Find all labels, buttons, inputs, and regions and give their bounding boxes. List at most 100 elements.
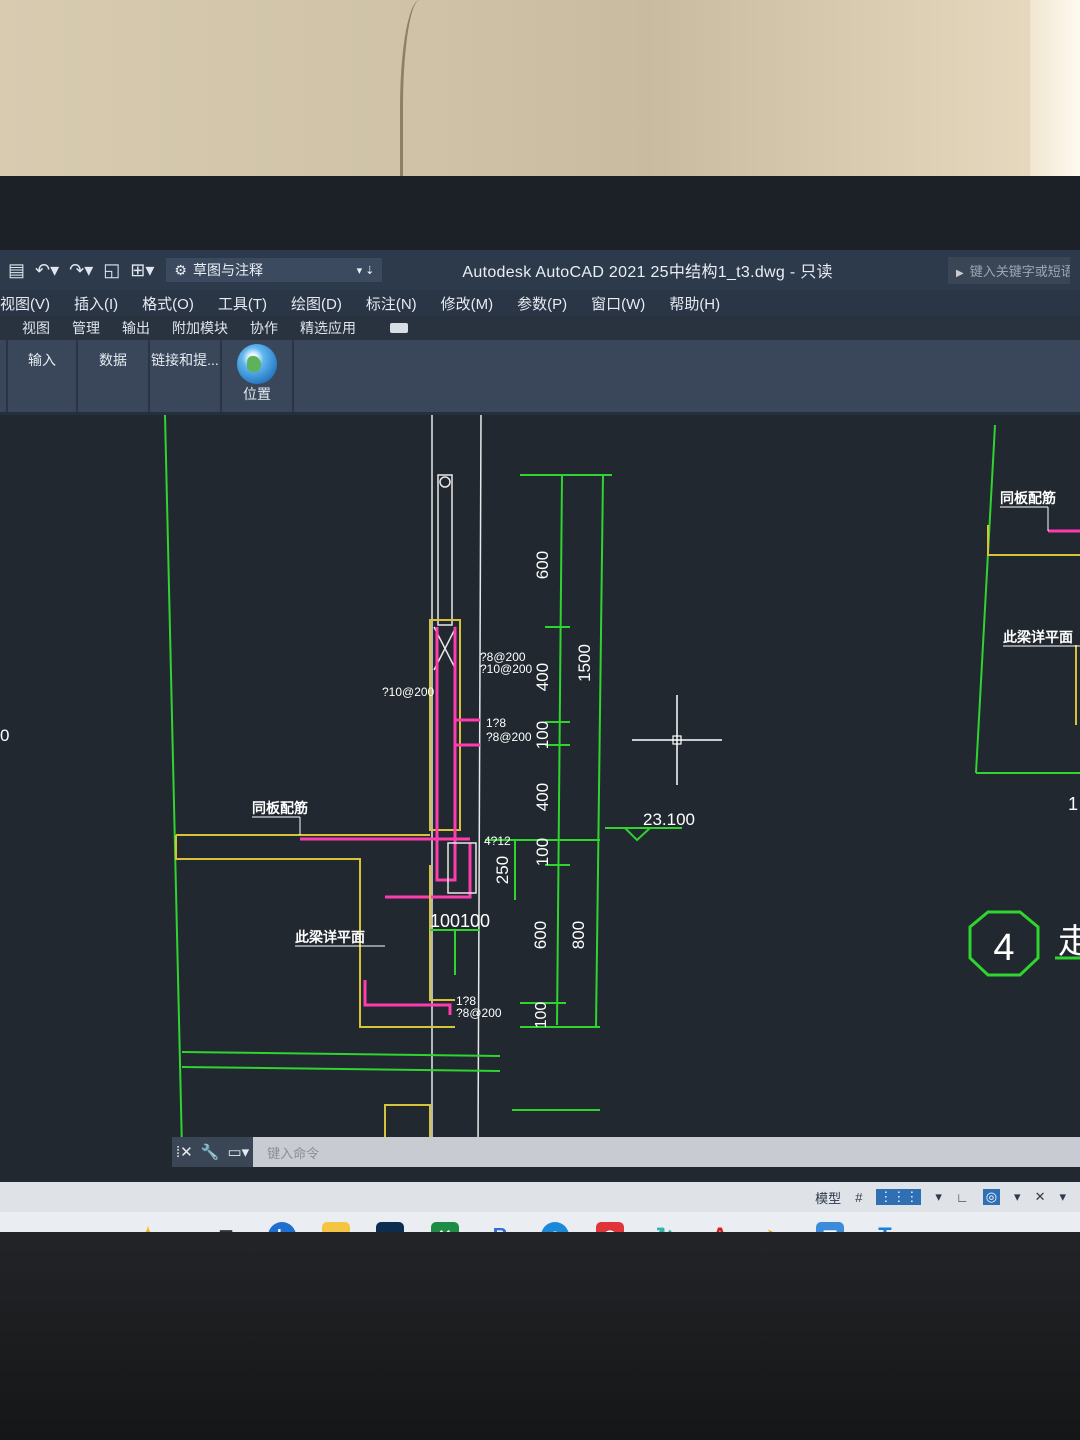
browser-l-icon[interactable]: L: [268, 1222, 296, 1232]
netease-music-icon[interactable]: ◉: [596, 1222, 624, 1232]
rebar-line: [363, 980, 452, 1015]
ribbon-panel-data[interactable]: 数据: [78, 340, 150, 412]
ribbon-panel-data-label: 数据: [99, 352, 127, 368]
dim-600b: 600: [531, 921, 550, 949]
workspace-dropdown[interactable]: ⚙ 草图与注释 ▾ ⇣: [166, 258, 383, 282]
edge-icon[interactable]: e: [541, 1222, 569, 1232]
rebar-label: ?8@200: [456, 1006, 502, 1020]
photoshop-icon[interactable]: Ps: [376, 1222, 404, 1232]
snap-icon[interactable]: ⋮⋮⋮: [876, 1189, 922, 1205]
close-icon[interactable]: ⁞✕: [172, 1137, 197, 1167]
print-icon[interactable]: ▤: [8, 260, 25, 281]
excel-icon[interactable]: ✕: [431, 1222, 459, 1232]
room-wall: [0, 0, 1080, 180]
copilot-icon[interactable]: ✦: [134, 1222, 162, 1232]
search-input[interactable]: ▶ 键入关键字或短语: [948, 256, 1070, 284]
workspace-label: 草图与注释: [192, 262, 263, 278]
workspace-window-icon[interactable]: ◱: [103, 260, 120, 281]
menu-format[interactable]: 格式(O): [142, 293, 194, 314]
ribbon-panel-links[interactable]: 链接和提...: [150, 340, 222, 412]
r-icon[interactable]: R: [486, 1222, 514, 1233]
grid-display-icon[interactable]: #: [855, 1190, 862, 1205]
autocad-icon[interactable]: A: [706, 1222, 734, 1232]
ribbon-panel-location-label: 位置: [243, 386, 271, 402]
beam-note-right: 此梁详平面: [1003, 629, 1073, 645]
menu-dimension[interactable]: 标注(N): [366, 293, 417, 314]
ribbon-panel-import[interactable]: 输入: [8, 340, 78, 412]
menu-bar: 视图(V) 插入(I) 格式(O) 工具(T) 绘图(D) 标注(N) 修改(M…: [0, 290, 1080, 316]
dim-100c: 100: [533, 1002, 550, 1029]
level-triangle: [624, 827, 651, 842]
lamp-light: [1030, 0, 1080, 180]
drawing-canvas[interactable]: 600 400 100 400 100 1500 250 600 800 100…: [0, 415, 1080, 1150]
t-app-icon[interactable]: T: [871, 1222, 899, 1232]
screen: ▤ ↶▾ ↷▾ ◱ ⊞▾ ⚙ 草图与注释 ▾ ⇣ Autodesk AutoCA…: [0, 250, 1080, 1232]
cad-drawing: 600 400 100 400 100 1500 250 600 800 100…: [0, 415, 1080, 1150]
dropdown-icon[interactable]: ▾: [1059, 1189, 1066, 1205]
refresh-app-icon[interactable]: ↻: [651, 1222, 679, 1232]
redo-icon[interactable]: ↷▾: [69, 260, 93, 281]
menu-tools[interactable]: 工具(T): [218, 293, 267, 314]
grid-line: [164, 415, 183, 1150]
quick-access-toolbar: ▤ ↶▾ ↷▾ ◱ ⊞▾: [0, 260, 154, 281]
wrench-icon[interactable]: 🔧: [196, 1137, 224, 1167]
dimension-line: [595, 474, 604, 1028]
file-explorer-icon[interactable]: [322, 1222, 350, 1232]
menu-parametric[interactable]: 参数(P): [517, 293, 567, 314]
rebar-line: [385, 843, 472, 899]
menu-modify[interactable]: 修改(M): [441, 293, 494, 314]
beam-note: 此梁详平面: [295, 929, 365, 945]
tab-manage[interactable]: 管理: [72, 318, 100, 338]
menu-draw[interactable]: 绘图(D): [291, 293, 342, 314]
arrow-app-icon[interactable]: ➤: [761, 1222, 789, 1233]
left-dimension: 0: [0, 726, 9, 745]
menu-help[interactable]: 帮助(H): [669, 293, 720, 314]
slab-note: 同板配筋: [252, 800, 308, 816]
model-tab[interactable]: 模型: [815, 1188, 841, 1207]
rebar-label: 4?12: [484, 834, 511, 848]
slab-note-right: 同板配筋: [1000, 490, 1056, 506]
chevron-down-icon: ▾ ⇣: [356, 264, 375, 277]
monitor-bezel-bottom: [0, 1232, 1080, 1440]
command-input[interactable]: 键入命令: [267, 1143, 319, 1162]
dropdown-icon[interactable]: ▾: [935, 1189, 942, 1205]
command-line[interactable]: ⁞✕ 🔧 ▭▾ 键入命令: [172, 1137, 1080, 1167]
window-title: Autodesk AutoCAD 2021 25中结构1_t3.dwg - 只读: [462, 264, 833, 281]
calendar-app-icon[interactable]: ▦: [816, 1222, 844, 1232]
ortho-icon[interactable]: ∟: [956, 1190, 969, 1205]
tab-collaborate[interactable]: 协作: [250, 318, 278, 338]
ribbon-toggle-icon[interactable]: [390, 323, 408, 333]
tab-output[interactable]: 输出: [122, 318, 150, 338]
dimension-line: [556, 474, 563, 1026]
dim-100b: 100: [533, 838, 552, 866]
rebar-element: [447, 842, 477, 894]
grid-line: [181, 1051, 501, 1057]
menu-view[interactable]: 视图(V): [0, 293, 50, 314]
tab-addins[interactable]: 附加模块: [172, 318, 228, 338]
right-digit: 1: [1068, 794, 1078, 814]
osnap-icon[interactable]: ✕: [1035, 1189, 1046, 1205]
dim-600: 600: [533, 551, 552, 579]
undo-icon[interactable]: ↶▾: [35, 260, 59, 281]
grid-icon[interactable]: ⊞▾: [130, 260, 154, 281]
polar-tracking-icon[interactable]: ◎: [982, 1189, 1001, 1205]
ribbon-panel-edge: [0, 340, 8, 412]
ribbon-panel-import-label: 输入: [28, 352, 56, 368]
taskview-icon[interactable]: ⊟: [212, 1222, 240, 1233]
dropdown-icon[interactable]: ▾: [1014, 1189, 1021, 1205]
section-title: 走: [1058, 923, 1080, 961]
rebar-element: [439, 476, 451, 488]
dim-800: 800: [569, 921, 588, 949]
ribbon-tabs: 视图 管理 输出 附加模块 协作 精选应用: [0, 316, 1080, 340]
tab-view[interactable]: 视图: [22, 318, 50, 338]
rebar-line: [435, 627, 457, 882]
tab-featured-apps[interactable]: 精选应用: [300, 318, 356, 338]
command-history-icon[interactable]: ▭▾: [223, 1137, 254, 1167]
section-number: 4: [993, 927, 1014, 969]
title-bar: ▤ ↶▾ ↷▾ ◱ ⊞▾ ⚙ 草图与注释 ▾ ⇣ Autodesk AutoCA…: [0, 250, 1080, 290]
menu-insert[interactable]: 插入(I): [74, 293, 118, 314]
gear-icon: ⚙: [174, 261, 187, 278]
ribbon-panel-location[interactable]: 位置: [222, 340, 294, 412]
rebar-element: [437, 474, 453, 626]
menu-window[interactable]: 窗口(W): [591, 293, 645, 314]
